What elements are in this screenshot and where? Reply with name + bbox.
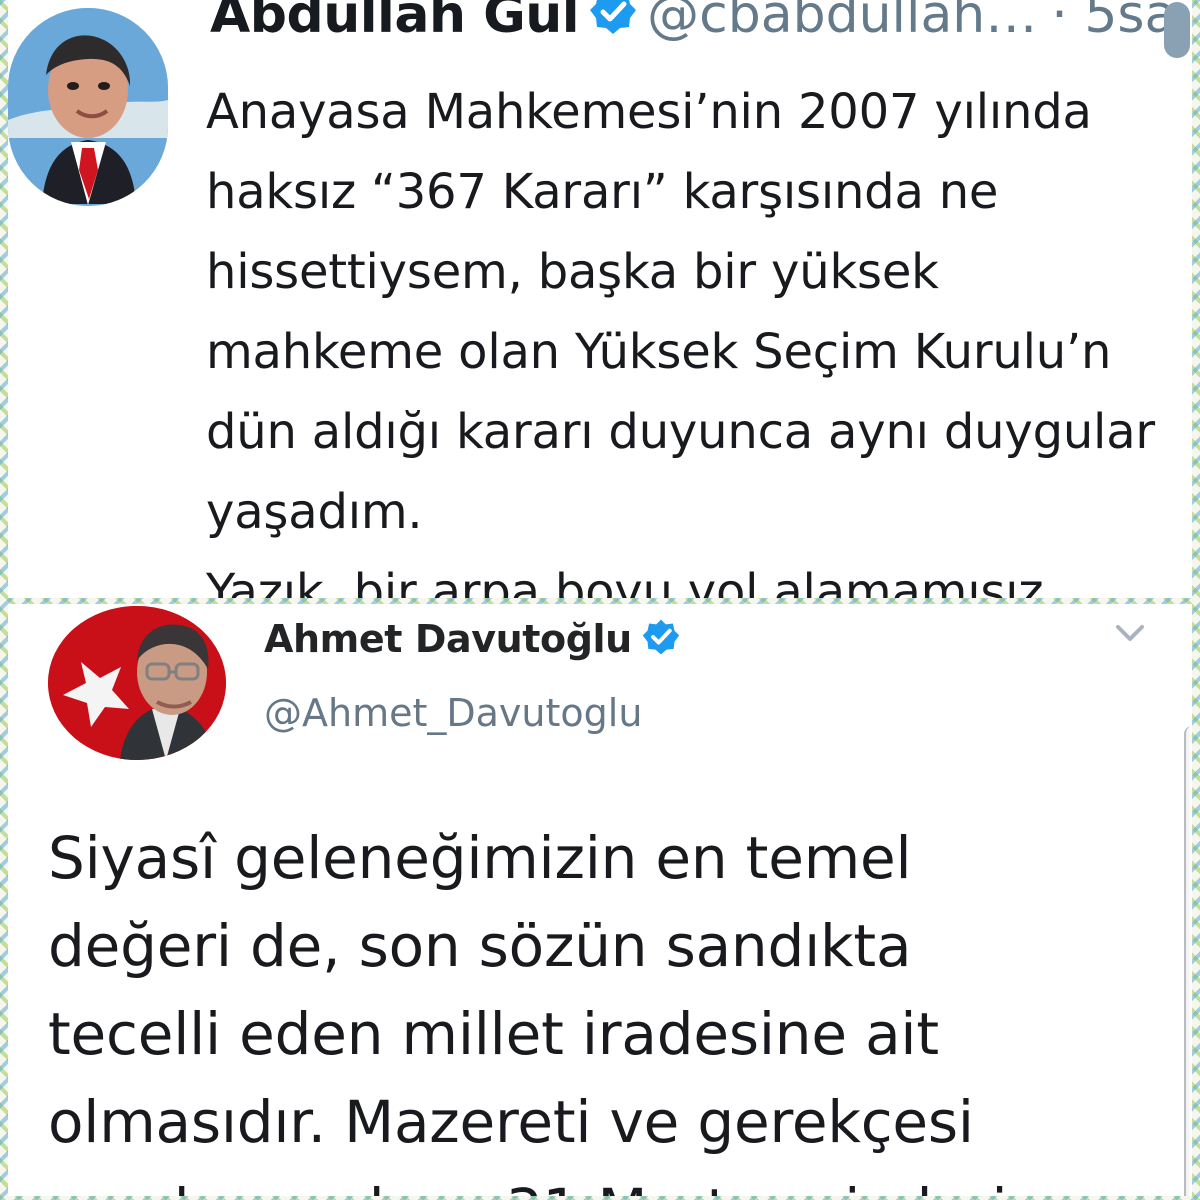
top-tweet-header: Abdullah Gül @cbabdullah… · 5sa	[210, 0, 1176, 48]
abdullah-gul-avatar[interactable]	[8, 8, 168, 206]
scrollbar[interactable]	[1184, 726, 1192, 1196]
top-tweet-card[interactable]: Abdullah Gül @cbabdullah… · 5sa Anayasa Ma…	[8, 0, 1192, 598]
verified-badge-icon	[642, 618, 680, 666]
author-name[interactable]: Abdullah Gül	[210, 0, 580, 45]
verified-badge-icon	[589, 0, 637, 48]
top-tweet-body: Anayasa Mahkemesi’nin 2007 yılında haksı…	[206, 84, 1155, 598]
chevron-down-icon[interactable]	[1112, 618, 1148, 648]
more-menu-icon[interactable]	[1164, 2, 1190, 58]
portrait-icon	[8, 8, 168, 206]
author-name-row: Ahmet Davutoğlu	[264, 616, 680, 666]
ahmet-davutoglu-avatar[interactable]	[48, 606, 226, 760]
author-handle[interactable]: @Ahmet_Davutoglu	[264, 690, 642, 736]
collage-frame: Abdullah Gül @cbabdullah… · 5sa Anayasa Ma…	[0, 0, 1200, 1200]
author-name[interactable]: Ahmet Davutoğlu	[264, 617, 632, 661]
bottom-tweet-card[interactable]: Ahmet Davutoğlu @Ahmet_Davutoglu Siyasî …	[8, 604, 1192, 1196]
author-handle[interactable]: @cbabdullah…	[647, 0, 1037, 45]
tweet-time: · 5sa	[1051, 0, 1177, 45]
portrait-icon	[48, 606, 226, 760]
bottom-tweet-body: Siyasî geleneğimizin en temel değeri de,…	[48, 824, 1044, 1196]
